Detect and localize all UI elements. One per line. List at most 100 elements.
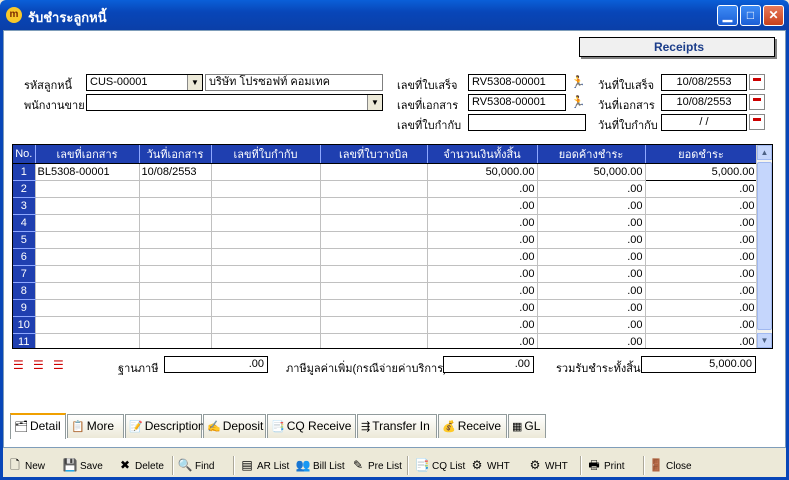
grid-cell-payment[interactable]: .00 <box>645 180 758 198</box>
tax-invoice-date-field[interactable]: / / <box>661 114 747 131</box>
grid-cell-total[interactable]: .00 <box>427 333 538 348</box>
grid-scrollbar[interactable]: ▲ ▼ <box>756 145 772 348</box>
cq-list-button[interactable]: 📑 CQ List <box>414 457 466 474</box>
table-row[interactable]: 9.00.00.00 <box>13 299 758 317</box>
grid-cell-doc-date[interactable]: 10/08/2553 <box>139 163 212 181</box>
column-header-outstanding[interactable]: ยอดค้างชำระ <box>537 145 646 164</box>
table-row[interactable]: 11.00.00.00 <box>13 333 758 348</box>
table-row[interactable]: 6.00.00.00 <box>13 248 758 266</box>
ar-list-button[interactable]: ▤ AR List <box>239 457 289 474</box>
grid-cell-bill-no[interactable] <box>320 180 428 198</box>
insert-row-icon[interactable]: ☰ <box>13 358 24 372</box>
find-button[interactable]: 🔍 Find <box>177 457 215 474</box>
wht-button[interactable]: ⚙ WHT <box>469 457 510 474</box>
grid-cell-doc-no[interactable]: BL5308-00001 <box>35 163 140 181</box>
salesperson-field[interactable]: ▼ <box>86 94 383 111</box>
grid-cell-bill-no[interactable] <box>320 333 428 348</box>
grid-cell-total[interactable]: .00 <box>427 265 538 283</box>
grid-cell-total[interactable]: .00 <box>427 299 538 317</box>
document-date-field[interactable]: 10/08/2553 <box>661 94 747 111</box>
grid-cell-total[interactable]: .00 <box>427 248 538 266</box>
new-button[interactable]: 🗋 New <box>7 457 45 474</box>
grid-cell-doc-no[interactable] <box>35 214 140 232</box>
grid-cell-doc-date[interactable] <box>139 214 212 232</box>
grid-cell-doc-date[interactable] <box>139 197 212 215</box>
column-header-total[interactable]: จำนวนเงินทั้งสิ้น <box>427 145 538 164</box>
tab-transfer-in[interactable]: ⇶ Transfer In <box>357 414 437 438</box>
column-header-no[interactable]: No. <box>13 145 36 164</box>
grid-cell-doc-no[interactable] <box>35 248 140 266</box>
grid-cell-bill-no[interactable] <box>320 316 428 334</box>
grid-cell-total[interactable]: .00 <box>427 180 538 198</box>
grid-cell-payment[interactable]: .00 <box>645 333 758 348</box>
grid-cell-total[interactable]: .00 <box>427 231 538 249</box>
grid-cell-doc-date[interactable] <box>139 282 212 300</box>
delete-button[interactable]: ✖ Delete <box>117 457 164 474</box>
scroll-down-icon[interactable]: ▼ <box>757 333 772 348</box>
table-row[interactable]: 4.00.00.00 <box>13 214 758 232</box>
grid-cell-tax-no[interactable] <box>211 197 321 215</box>
grid-cell-payment[interactable]: .00 <box>645 282 758 300</box>
tab-deposit[interactable]: ✍ Deposit <box>203 414 266 438</box>
grid-cell-tax-no[interactable] <box>211 333 321 348</box>
grid-cell-doc-no[interactable] <box>35 299 140 317</box>
grid-cell-bill-no[interactable] <box>320 265 428 283</box>
grid-cell-outstanding[interactable]: .00 <box>537 299 646 317</box>
grid-cell-tax-no[interactable] <box>211 231 321 249</box>
grid-cell-tax-no[interactable] <box>211 265 321 283</box>
close-button[interactable]: ✕ <box>763 5 784 26</box>
grid-cell-tax-no[interactable] <box>211 316 321 334</box>
receipt-detail-grid[interactable]: No. เลขที่เอกสาร วันที่เอกสาร เลขที่ใบกำ… <box>12 144 773 349</box>
tax-invoice-no-field[interactable] <box>468 114 586 131</box>
table-row[interactable]: 2.00.00.00 <box>13 180 758 198</box>
tab-receive[interactable]: 💰 Receive <box>438 414 507 438</box>
tab-detail[interactable]: 🗂 Detail <box>10 413 66 439</box>
grid-cell-bill-no[interactable] <box>320 231 428 249</box>
grid-cell-outstanding[interactable]: .00 <box>537 180 646 198</box>
grid-cell-total[interactable]: .00 <box>427 214 538 232</box>
grid-cell-doc-no[interactable] <box>35 265 140 283</box>
minimize-button[interactable]: ▁ <box>717 5 738 26</box>
pre-list-button[interactable]: ✎ Pre List <box>350 457 402 474</box>
running-man-icon[interactable]: 🏃 <box>570 94 586 110</box>
grid-cell-payment[interactable]: .00 <box>645 248 758 266</box>
calendar-icon[interactable] <box>749 74 765 90</box>
column-header-tax-no[interactable]: เลขที่ใบกำกับ <box>211 145 321 164</box>
grid-cell-total[interactable]: .00 <box>427 197 538 215</box>
grid-cell-bill-no[interactable] <box>320 163 428 181</box>
grid-cell-doc-date[interactable] <box>139 299 212 317</box>
chevron-down-icon[interactable]: ▼ <box>367 95 382 110</box>
column-header-bill-no[interactable]: เลขที่ใบวางบิล <box>320 145 428 164</box>
grid-cell-outstanding[interactable]: .00 <box>537 333 646 348</box>
maximize-button[interactable]: □ <box>740 5 761 26</box>
delete-row-icon[interactable]: ☰ <box>53 358 64 372</box>
grid-cell-doc-date[interactable] <box>139 248 212 266</box>
grid-cell-total[interactable]: .00 <box>427 316 538 334</box>
grid-cell-bill-no[interactable] <box>320 282 428 300</box>
receipt-no-field[interactable]: RV5308-00001 <box>468 74 566 91</box>
grid-cell-payment[interactable]: .00 <box>645 197 758 215</box>
grid-cell-doc-date[interactable] <box>139 231 212 249</box>
grid-cell-doc-date[interactable] <box>139 265 212 283</box>
grid-cell-bill-no[interactable] <box>320 197 428 215</box>
grid-cell-doc-no[interactable] <box>35 316 140 334</box>
grid-cell-doc-no[interactable] <box>35 197 140 215</box>
grid-cell-outstanding[interactable]: .00 <box>537 316 646 334</box>
grid-cell-outstanding[interactable]: 50,000.00 <box>537 163 646 181</box>
grid-cell-payment[interactable]: .00 <box>645 299 758 317</box>
insert-row-below-icon[interactable]: ☰ <box>33 358 44 372</box>
grid-cell-doc-no[interactable] <box>35 282 140 300</box>
column-header-doc-no[interactable]: เลขที่เอกสาร <box>35 145 140 164</box>
tab-cq-receive[interactable]: 📑 CQ Receive <box>267 414 356 438</box>
grid-cell-total[interactable]: 50,000.00 <box>427 163 538 181</box>
grid-cell-outstanding[interactable]: .00 <box>537 282 646 300</box>
grid-cell-payment[interactable]: .00 <box>645 316 758 334</box>
save-button[interactable]: 💾 Save <box>62 457 103 474</box>
receipt-date-field[interactable]: 10/08/2553 <box>661 74 747 91</box>
grid-cell-doc-date[interactable] <box>139 180 212 198</box>
grid-cell-doc-date[interactable] <box>139 333 212 348</box>
grid-cell-tax-no[interactable] <box>211 299 321 317</box>
grid-cell-payment[interactable]: .00 <box>645 214 758 232</box>
grid-cell-payment[interactable]: 5,000.00 <box>644 163 758 181</box>
customer-code-field[interactable]: CUS-00001 ▼ <box>86 74 203 91</box>
